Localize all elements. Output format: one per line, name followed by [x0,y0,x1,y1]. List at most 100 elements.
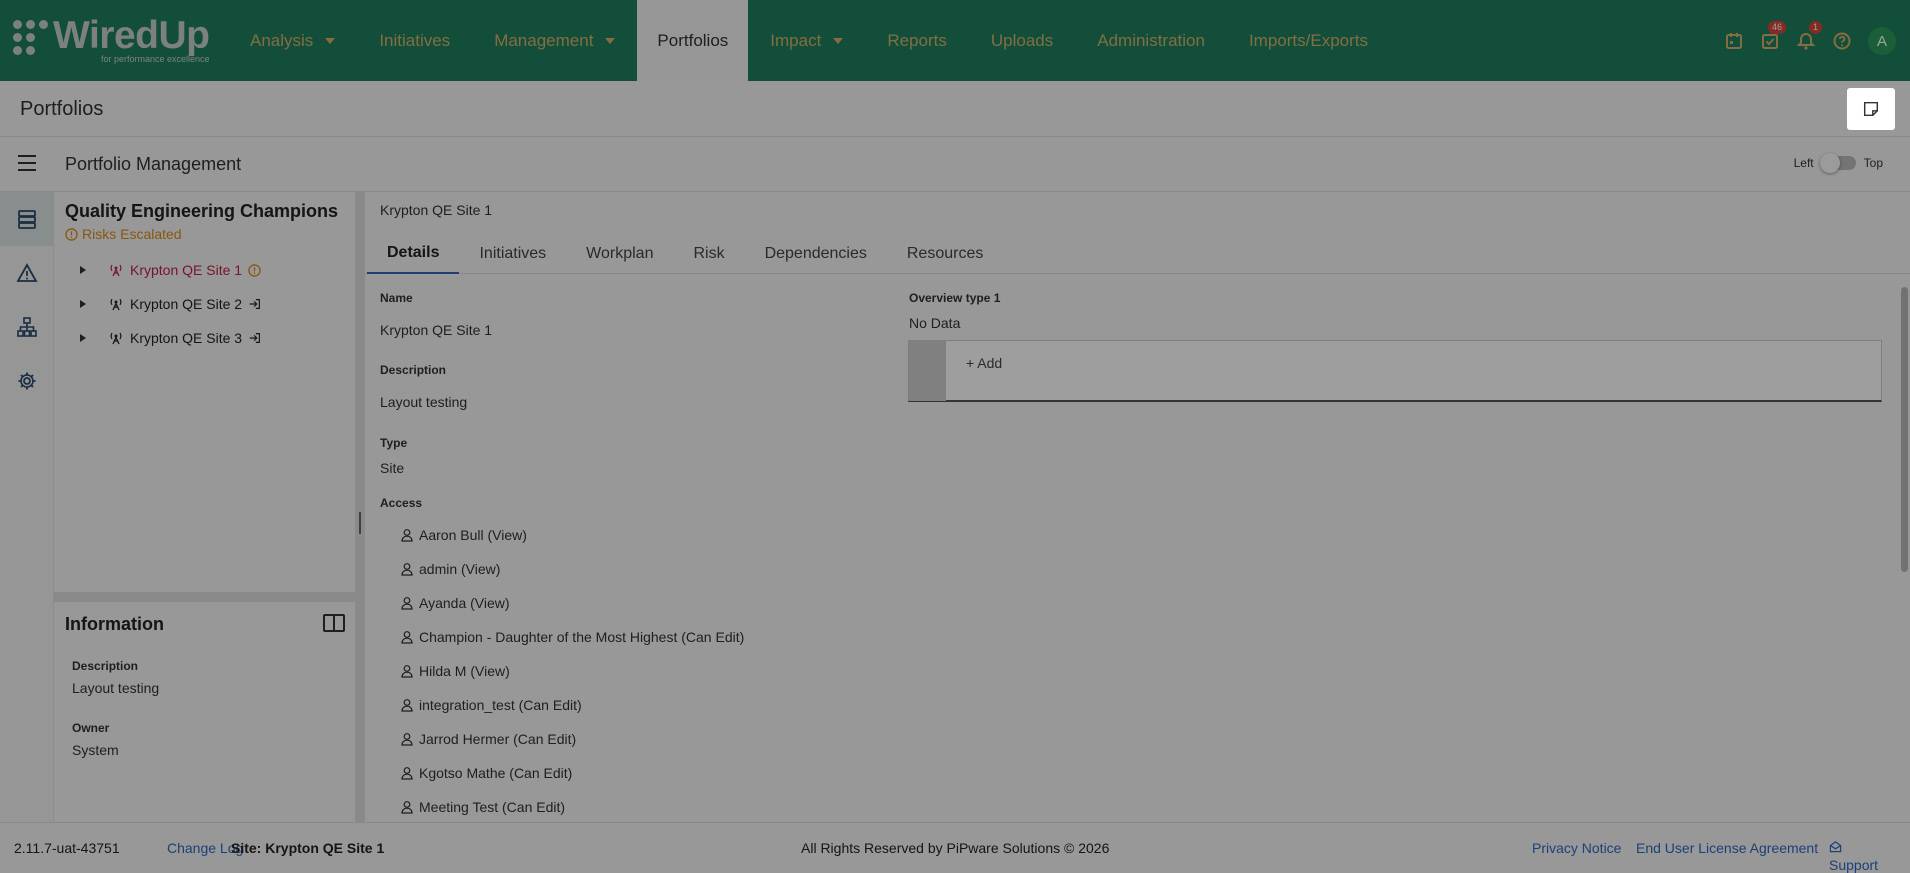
description-value: Layout testing [380,394,468,410]
notification-count-badge: 1 [1808,21,1822,34]
tasks-count-badge: 46 [1767,21,1786,34]
layout-toggle: Left Top [1793,153,1883,173]
page-title-bar: Portfolios [0,81,1910,137]
portfolio-header: Portfolio Management Left Top [0,138,1910,192]
user-icon [401,733,413,746]
tab-workplan[interactable]: Workplan [566,234,673,274]
rail-settings-button[interactable] [0,354,54,408]
expand-caret-icon[interactable] [80,334,86,342]
detail-tabs: Details Initiatives Workplan Risk Depend… [365,234,1910,274]
tree-item-label: Krypton QE Site 3 [130,330,243,346]
tab-initiatives[interactable]: Initiatives [459,234,566,274]
calendar-icon[interactable] [1716,24,1752,58]
information-panel: Information Description Layout testing O… [54,602,355,822]
user-avatar[interactable]: A [1868,27,1896,55]
toggle-left-label: Left [1793,156,1814,170]
privacy-link[interactable]: Privacy Notice [1532,840,1621,856]
tab-details[interactable]: Details [367,234,460,274]
support-link[interactable]: Support [1829,840,1878,873]
horizontal-splitter[interactable] [54,592,355,602]
logo-tagline: for performance excellence [101,54,210,64]
top-navbar: WiredUp for performance excellence Analy… [0,0,1910,81]
vertical-splitter[interactable] [355,192,365,822]
tab-risk[interactable]: Risk [673,234,744,274]
warning-triangle-icon [16,263,38,282]
user-icon [401,597,413,610]
list-item: admin (View) [400,552,744,586]
nav-impact[interactable]: Impact [748,0,865,81]
tree-item-site-2[interactable]: Krypton QE Site 2 [80,292,262,316]
login-arrow-icon [249,299,261,309]
support-mail-icon [1829,841,1842,853]
alert-circle-icon [65,227,78,241]
panel-layout-icon[interactable] [323,614,345,632]
overview-label: Overview type 1 [909,291,1001,305]
nav-management[interactable]: Management [472,0,637,81]
user-icon [401,529,413,542]
type-label: Type [380,436,408,450]
add-button[interactable]: + Add [966,355,1002,371]
access-label: Access [380,496,423,510]
nav-imports-exports[interactable]: Imports/Exports [1227,0,1390,81]
tab-dependencies[interactable]: Dependencies [745,234,887,274]
nav-portfolios[interactable]: Portfolios [637,0,749,81]
tree-item-label: Krypton QE Site 2 [130,296,243,312]
site-antenna-icon [110,332,122,345]
menu-icon[interactable] [18,155,36,171]
version-label: 2.11.7-uat-43751 [14,840,120,856]
nav-uploads[interactable]: Uploads [969,0,1075,81]
site-antenna-icon [110,298,122,311]
portfolio-group-name[interactable]: Quality Engineering Champions [65,201,338,222]
info-owner-value: System [72,742,119,758]
footer: 2.11.7-uat-43751 Change Log Site: Krypto… [0,822,1910,873]
eula-link[interactable]: End User License Agreement [1636,840,1818,856]
expand-caret-icon[interactable] [80,266,86,274]
list-item: Kgotso Mathe (Can Edit) [400,756,744,790]
help-icon[interactable] [1824,24,1860,58]
breadcrumb: Krypton QE Site 1 [380,202,493,218]
server-stack-icon [18,210,36,229]
layout-switch[interactable] [1819,153,1856,173]
login-arrow-icon [249,333,261,343]
nav-analysis[interactable]: Analysis [228,0,357,81]
tree-item-site-1[interactable]: Krypton QE Site 1 [80,258,261,282]
tree-item-site-3[interactable]: Krypton QE Site 3 [80,326,262,350]
tab-resources[interactable]: Resources [887,234,1003,274]
rail-hierarchy-button[interactable] [0,300,54,354]
rail-portfolio-button[interactable] [0,192,54,246]
portfolio-tree-panel: Quality Engineering Champions Risks Esca… [54,192,355,592]
site-antenna-icon [110,264,122,277]
tasks-icon[interactable]: 46 [1752,21,1788,58]
nav-initiatives[interactable]: Initiatives [357,0,472,81]
sticky-note-button[interactable] [1847,88,1895,130]
main-menu: Analysis Initiatives Management Portfoli… [228,0,1390,81]
scrollbar[interactable] [1901,287,1908,572]
name-value: Krypton QE Site 1 [380,322,493,338]
toggle-right-label: Top [1863,156,1883,170]
info-description-value: Layout testing [72,680,160,696]
section-title: Portfolio Management [65,154,242,174]
details-panel: Krypton QE Site 1 Details Initiatives Wo… [365,192,1910,822]
nav-administration[interactable]: Administration [1075,0,1227,81]
list-item: Hilda M (View) [400,654,744,688]
sticky-note-icon [1863,101,1879,117]
overview-value: No Data [909,315,961,331]
risk-status: Risks Escalated [65,226,182,242]
rail-risk-button[interactable] [0,246,54,300]
side-icon-rail [0,192,54,822]
wiredup-logo[interactable]: WiredUp for performance excellence [13,14,218,66]
overview-add-box[interactable]: + Add [908,340,1882,402]
logo-wordmark: WiredUp [53,14,210,57]
bell-icon[interactable]: 1 [1788,21,1824,58]
name-label: Name [380,291,413,305]
user-icon [401,767,413,780]
nav-reports[interactable]: Reports [865,0,969,81]
expand-caret-icon[interactable] [80,300,86,308]
chevron-down-icon [605,37,616,44]
user-icon [401,631,413,644]
list-item: integration_test (Can Edit) [400,688,744,722]
user-icon [401,801,413,814]
user-icon [401,665,413,678]
info-owner-label: Owner [72,721,110,735]
chevron-down-icon [325,37,336,44]
